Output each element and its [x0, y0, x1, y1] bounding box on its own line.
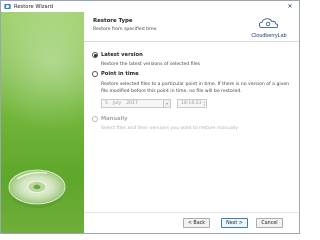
option-description: Restore the latest versions of selected … [101, 62, 201, 67]
logo-text: CloudberryLab [251, 33, 287, 39]
option-label: Manually [101, 116, 128, 122]
option-point-in-time[interactable]: Point in time [92, 71, 139, 77]
cancel-button[interactable]: Cancel [256, 218, 283, 228]
option-latest-version[interactable]: Latest version [92, 52, 143, 58]
wizard-header: Restore Type Restore from specified time… [84, 12, 299, 42]
disc-icon [8, 169, 66, 208]
calendar-icon: ▾ [165, 101, 168, 106]
wizard-app-icon [4, 4, 11, 9]
page-title: Restore Type [93, 18, 133, 24]
date-month: July [112, 101, 122, 106]
wizard-content: Latest version Restore the latest versio… [84, 42, 299, 212]
option-description: Select files and their versions you want… [101, 126, 239, 131]
date-year: 2017 [126, 101, 138, 106]
cloudberry-logo-icon [258, 18, 279, 28]
next-button[interactable]: Next > [221, 218, 248, 228]
title-bar: Restore Wizard ✕ [1, 1, 299, 12]
date-day: 5 [105, 101, 108, 106]
cloudberry-logo: CloudberryLab [245, 17, 293, 39]
close-button[interactable]: ✕ [283, 2, 297, 11]
page-subtitle: Restore from specified time [93, 27, 157, 32]
spin-icon[interactable]: ▴ ▾ [203, 100, 205, 109]
close-icon: ✕ [287, 3, 293, 10]
option-label: Point in time [101, 71, 139, 77]
option-label: Latest version [101, 52, 143, 58]
side-banner [1, 12, 84, 233]
radio-latest-version[interactable] [92, 52, 98, 58]
radio-manually [92, 116, 98, 122]
radio-point-in-time[interactable] [92, 71, 98, 77]
option-description: Restore selected files to a particular p… [101, 82, 290, 94]
back-button[interactable]: < Back [183, 218, 210, 228]
time-picker[interactable]: 18:16:23 ▴ ▾ [177, 99, 207, 108]
calendar-dropdown-button[interactable]: ▾ [164, 99, 171, 108]
option-manually: Manually [92, 116, 128, 122]
side-glow [1, 12, 84, 132]
window-title: Restore Wizard [14, 3, 54, 10]
wizard-footer: < Back Next > Cancel [84, 212, 299, 233]
restore-wizard-window: Restore Wizard ✕ Restore Type Restore fr… [0, 0, 300, 234]
date-picker[interactable]: 5 July 2017 [101, 99, 164, 108]
time-value: 18:16:23 [181, 101, 202, 106]
point-in-time-controls: 5 July 2017 ▾ 18:16:23 ▴ ▾ [101, 99, 207, 108]
